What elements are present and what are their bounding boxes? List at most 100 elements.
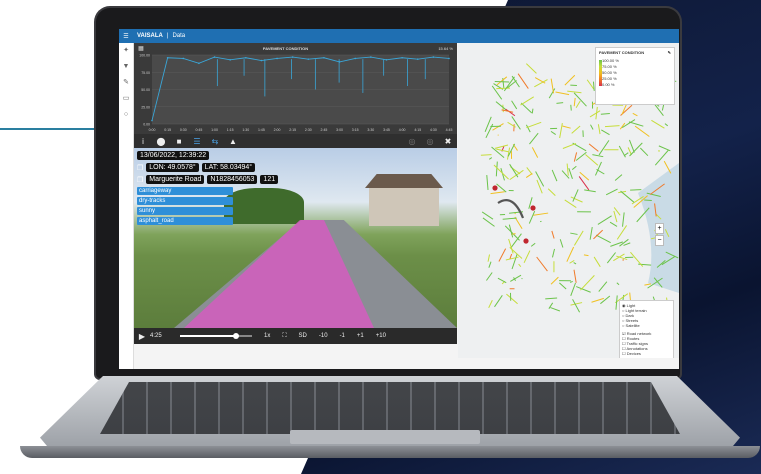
y-tick-label: 100.00 [139, 54, 150, 58]
longitude: LON: 49.0578° [146, 163, 199, 172]
calendar-icon[interactable]: ▭ [119, 91, 133, 107]
settings-icon[interactable]: ◎ [403, 137, 421, 146]
data-point [213, 56, 216, 58]
zoom-out-button[interactable]: − [655, 235, 664, 246]
road-segment [605, 188, 618, 196]
skip-forward-1-button[interactable]: +1 [351, 333, 370, 339]
road-segment [496, 183, 507, 193]
road-segment [597, 124, 601, 135]
road-name: Marguerite Road [146, 175, 205, 184]
filter-icon[interactable]: ▼ [119, 59, 133, 75]
segment-id: N1828456053 [207, 175, 258, 184]
road-segment [573, 92, 587, 107]
y-tick-label: 75.00 [141, 71, 150, 75]
pavement-chart: 100.00 75.00 50.00 25.00 0.000:00 0:15 0:30 0:4… [139, 54, 452, 133]
chart-percentage: 15.64 % [438, 45, 453, 51]
road-segment [568, 168, 573, 179]
swap-icon[interactable]: ⇆ [206, 137, 224, 146]
road-segment [550, 78, 555, 94]
road-segment [520, 102, 533, 114]
road-segment [573, 230, 584, 246]
road-segment [564, 199, 577, 209]
road-segment [556, 102, 564, 104]
laptop-lip [20, 446, 760, 458]
info-icon[interactable]: i [134, 137, 152, 146]
tools-icon[interactable]: ✎ [119, 75, 133, 91]
fullscreen-icon[interactable]: ⛶ [276, 333, 292, 340]
seek-handle[interactable] [233, 333, 240, 339]
map-legend: PAVEMENT CONDITION ✎ 100.00 % 75.00 % 50… [595, 47, 675, 105]
map-view[interactable]: PAVEMENT CONDITION ✎ 100.00 % 75.00 % 50… [458, 43, 679, 358]
x-tick-label: 2:45 [321, 128, 328, 132]
data-point [416, 58, 419, 60]
x-tick-label: 1:45 [258, 128, 265, 132]
tag-dry-tracks: dry-tracks [137, 197, 233, 205]
road-segment [505, 108, 516, 117]
road-segment [480, 154, 492, 156]
road-segment [523, 250, 531, 264]
legend-header: PAVEMENT CONDITION ✎ [596, 48, 674, 57]
x-tick-label: 3:15 [352, 128, 359, 132]
speed-button[interactable]: 1x [258, 333, 276, 339]
tag-carriageway: carriageway [137, 187, 233, 195]
play-icon[interactable]: ▶ [134, 332, 150, 341]
pin-icon[interactable]: ⬤ [152, 137, 170, 146]
road-segment [490, 191, 505, 195]
skip-forward-10-button[interactable]: +10 [370, 333, 392, 339]
road-segment [610, 241, 624, 247]
road-segment [570, 104, 572, 111]
road-segment [497, 277, 507, 284]
y-tick-label: 50.00 [141, 88, 150, 92]
road-segment [604, 125, 620, 128]
target-icon[interactable]: ◎ [421, 137, 439, 146]
data-point [229, 59, 231, 61]
road-segment [494, 144, 509, 149]
road-segment [559, 282, 567, 290]
skip-back-10-button[interactable]: -10 [313, 333, 334, 339]
road-segment [559, 123, 563, 139]
close-icon[interactable]: ✖ [439, 137, 457, 146]
data-point [260, 59, 263, 62]
list-icon[interactable]: ☰ [188, 137, 206, 146]
laptop-keyboard [100, 382, 680, 434]
seek-bar[interactable] [180, 333, 252, 339]
overlay-devices[interactable]: ☐ Devices [622, 351, 671, 356]
house-roof [365, 174, 443, 188]
road-segment [588, 143, 599, 152]
menu-icon[interactable]: ☰ [119, 33, 133, 40]
road-segment [593, 256, 601, 268]
road-segment [580, 275, 595, 291]
copy-icon[interactable]: ❐ [137, 164, 143, 172]
road-segment [622, 212, 625, 227]
data-point [307, 58, 310, 60]
search-icon[interactable]: ○ [119, 107, 133, 123]
y-tick-label: 25.00 [141, 105, 150, 109]
road-segment [495, 161, 498, 177]
road-segment [562, 125, 571, 129]
road-segment [586, 79, 595, 90]
road-segment [615, 295, 618, 310]
grid-icon[interactable]: ▦ [134, 45, 148, 52]
road-segment [528, 210, 536, 224]
road-segment [533, 212, 549, 216]
copy-icon[interactable]: ❐ [137, 176, 143, 184]
road-segment [559, 239, 564, 248]
road-segment [573, 269, 577, 283]
road-segment [547, 188, 556, 196]
zoom-in-button[interactable]: + [655, 223, 664, 234]
road-segment [628, 121, 644, 127]
layers-icon[interactable]: ✦ [119, 43, 133, 59]
road-segment [535, 171, 545, 187]
trash-icon[interactable]: ■ [170, 137, 188, 146]
video-frame[interactable]: 13/06/2022, 12:39:22 ❐ LON: 49.0578° LAT… [134, 148, 457, 328]
app-screen: ☰ VAISALA | Data ✦ ▼ ✎ ▭ ○ ▦ PAVEMENT CO… [119, 29, 679, 369]
road-segment [639, 147, 649, 157]
image-icon[interactable]: ▲ [224, 137, 242, 146]
road-segment [520, 96, 534, 106]
road-segment [591, 297, 604, 303]
skip-back-1-button[interactable]: -1 [334, 333, 351, 339]
data-point [370, 56, 372, 58]
x-tick-label: 0:30 [180, 128, 187, 132]
edit-icon[interactable]: ✎ [668, 50, 671, 55]
quality-button[interactable]: SD [293, 333, 313, 339]
